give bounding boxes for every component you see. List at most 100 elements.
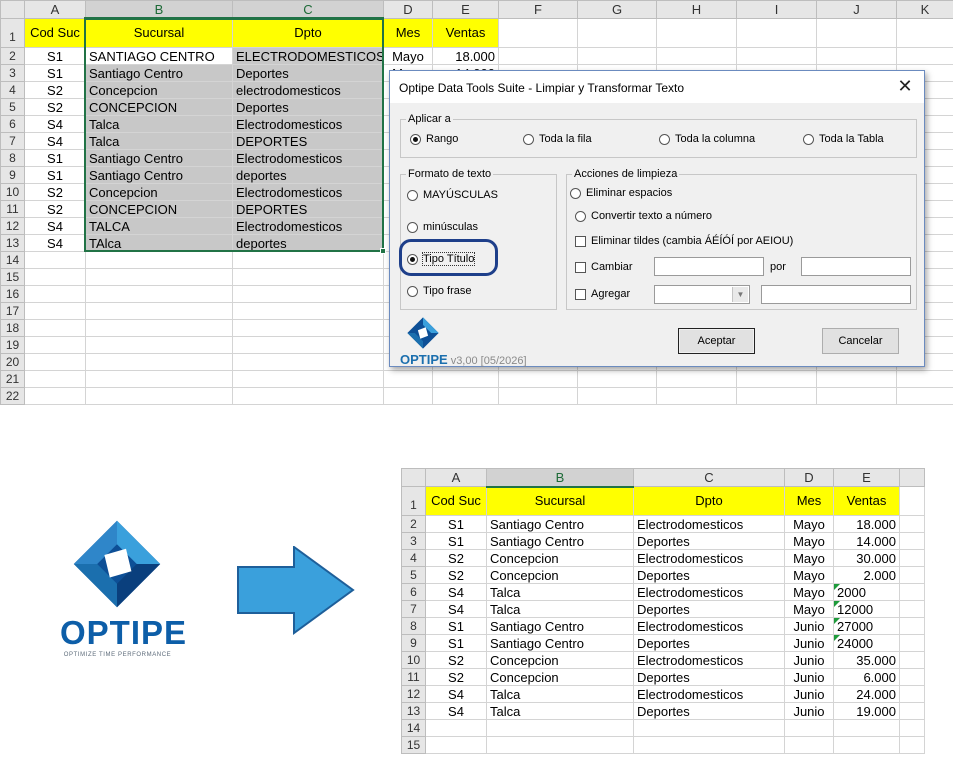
- por-input[interactable]: [801, 257, 911, 276]
- cod-suc-cell[interactable]: S2: [425, 549, 487, 567]
- dpto-cell[interactable]: Electrodomesticos: [633, 651, 785, 669]
- mes-cell[interactable]: Mayo: [784, 566, 834, 584]
- dpto-cell[interactable]: Electrodomesticos: [232, 183, 384, 201]
- dpto-cell[interactable]: Deportes: [633, 702, 785, 720]
- sucursal-cell[interactable]: Concepcion: [486, 668, 634, 686]
- sucursal-cell[interactable]: CONCEPCION: [85, 98, 233, 116]
- column-header[interactable]: D: [784, 468, 834, 487]
- checkbox-icon[interactable]: [575, 261, 586, 273]
- dpto-cell[interactable]: Deportes: [633, 634, 785, 652]
- row-header[interactable]: 18: [0, 319, 25, 337]
- row-header[interactable]: 14: [0, 251, 25, 269]
- sucursal-cell[interactable]: Concepcion: [486, 549, 634, 567]
- row-header[interactable]: 6: [401, 583, 426, 601]
- empty-cell[interactable]: [425, 719, 487, 737]
- row-header[interactable]: 8: [0, 149, 25, 167]
- sucursal-cell[interactable]: TALCA: [85, 217, 233, 235]
- empty-cell[interactable]: [784, 736, 834, 754]
- cod-suc-cell[interactable]: S1: [24, 149, 86, 167]
- sucursal-cell[interactable]: Santiago Centro: [85, 149, 233, 167]
- empty-cell[interactable]: [899, 736, 925, 754]
- radio-toda-tabla[interactable]: Toda la Tabla: [803, 133, 884, 145]
- dpto-cell[interactable]: Deportes: [633, 668, 785, 686]
- select-all-corner[interactable]: [401, 468, 426, 487]
- radio-icon[interactable]: [407, 285, 418, 297]
- dpto-cell[interactable]: Electrodomesticos: [633, 685, 785, 703]
- dpto-cell[interactable]: Electrodomesticos: [232, 149, 384, 167]
- radio-icon[interactable]: [803, 133, 814, 145]
- mes-cell[interactable]: Junio: [784, 651, 834, 669]
- empty-cell[interactable]: [232, 251, 384, 269]
- sucursal-cell[interactable]: Talca: [486, 685, 634, 703]
- cod-suc-cell[interactable]: S4: [24, 217, 86, 235]
- cod-suc-cell[interactable]: S2: [24, 200, 86, 218]
- empty-cell[interactable]: [899, 668, 925, 686]
- cod-suc-cell[interactable]: S2: [24, 98, 86, 116]
- empty-cell[interactable]: [899, 566, 925, 584]
- dpto-cell[interactable]: Electrodomesticos: [633, 583, 785, 601]
- select-all-corner[interactable]: [0, 0, 25, 19]
- empty-cell[interactable]: [899, 685, 925, 703]
- empty-cell[interactable]: [232, 302, 384, 320]
- cod-suc-cell[interactable]: S4: [24, 115, 86, 133]
- empty-cell[interactable]: [425, 736, 487, 754]
- radio-icon[interactable]: [570, 187, 581, 199]
- sucursal-cell[interactable]: Talca: [486, 583, 634, 601]
- cambiar-input[interactable]: [654, 257, 764, 276]
- header-cell[interactable]: Dpto: [633, 486, 785, 516]
- row-header[interactable]: 5: [0, 98, 25, 116]
- header-cell[interactable]: Dpto: [232, 18, 384, 48]
- header-cell[interactable]: Cod Suc: [425, 486, 487, 516]
- dpto-cell[interactable]: Electrodomesticos: [633, 515, 785, 533]
- agregar-dropdown[interactable]: ▼: [654, 285, 750, 304]
- dpto-cell[interactable]: Electrodomesticos: [633, 617, 785, 635]
- radio-rango[interactable]: Rango: [410, 133, 458, 145]
- empty-cell[interactable]: [899, 651, 925, 669]
- mes-cell[interactable]: Mayo: [784, 532, 834, 550]
- empty-cell[interactable]: [24, 285, 86, 303]
- checkbox-eliminar-tildes[interactable]: Eliminar tildes (cambia ÁÉÍÓÍ por AEIOU): [575, 235, 793, 247]
- empty-cell[interactable]: [24, 268, 86, 286]
- row-header[interactable]: 11: [0, 200, 25, 218]
- empty-cell[interactable]: [486, 719, 634, 737]
- empty-cell[interactable]: [656, 370, 737, 388]
- empty-cell[interactable]: [85, 336, 233, 354]
- ventas-cell[interactable]: 14.000: [833, 532, 900, 550]
- ventas-cell[interactable]: 24.000: [833, 685, 900, 703]
- row-header[interactable]: 2: [401, 515, 426, 533]
- radio-mayusculas[interactable]: MAYÚSCULAS: [407, 189, 498, 201]
- empty-cell[interactable]: [899, 583, 925, 601]
- empty-cell[interactable]: [577, 387, 657, 405]
- column-header[interactable]: B: [85, 0, 233, 20]
- column-header[interactable]: A: [24, 0, 86, 19]
- row-header[interactable]: 2: [0, 47, 25, 65]
- empty-cell[interactable]: [24, 302, 86, 320]
- column-header[interactable]: H: [656, 0, 737, 19]
- sucursal-cell[interactable]: Talca: [85, 115, 233, 133]
- cod-suc-cell[interactable]: S1: [425, 532, 487, 550]
- sucursal-cell[interactable]: Talca: [85, 132, 233, 150]
- cod-suc-cell[interactable]: S2: [24, 183, 86, 201]
- empty-cell[interactable]: [577, 47, 657, 65]
- column-header[interactable]: B: [486, 468, 634, 488]
- cod-suc-cell[interactable]: S1: [24, 64, 86, 82]
- empty-cell[interactable]: [24, 370, 86, 388]
- dpto-cell[interactable]: DEPORTES: [232, 200, 384, 218]
- empty-cell[interactable]: [633, 719, 785, 737]
- ventas-cell[interactable]: 27000: [833, 617, 900, 635]
- sucursal-cell[interactable]: SANTIAGO CENTRO: [85, 47, 233, 65]
- fill-handle[interactable]: [380, 248, 386, 254]
- mes-cell[interactable]: Mayo: [784, 583, 834, 601]
- radio-toda-fila[interactable]: Toda la fila: [523, 133, 592, 145]
- empty-cell[interactable]: [24, 319, 86, 337]
- sucursal-cell[interactable]: Talca: [486, 600, 634, 618]
- empty-cell[interactable]: [656, 387, 737, 405]
- row-header[interactable]: 13: [0, 234, 25, 252]
- empty-cell[interactable]: [899, 486, 925, 516]
- empty-cell[interactable]: [896, 387, 953, 405]
- empty-cell[interactable]: [432, 387, 499, 405]
- cod-suc-cell[interactable]: S1: [425, 634, 487, 652]
- radio-convertir-numero[interactable]: Convertir texto a número: [575, 210, 712, 222]
- empty-cell[interactable]: [85, 370, 233, 388]
- empty-cell[interactable]: [736, 370, 817, 388]
